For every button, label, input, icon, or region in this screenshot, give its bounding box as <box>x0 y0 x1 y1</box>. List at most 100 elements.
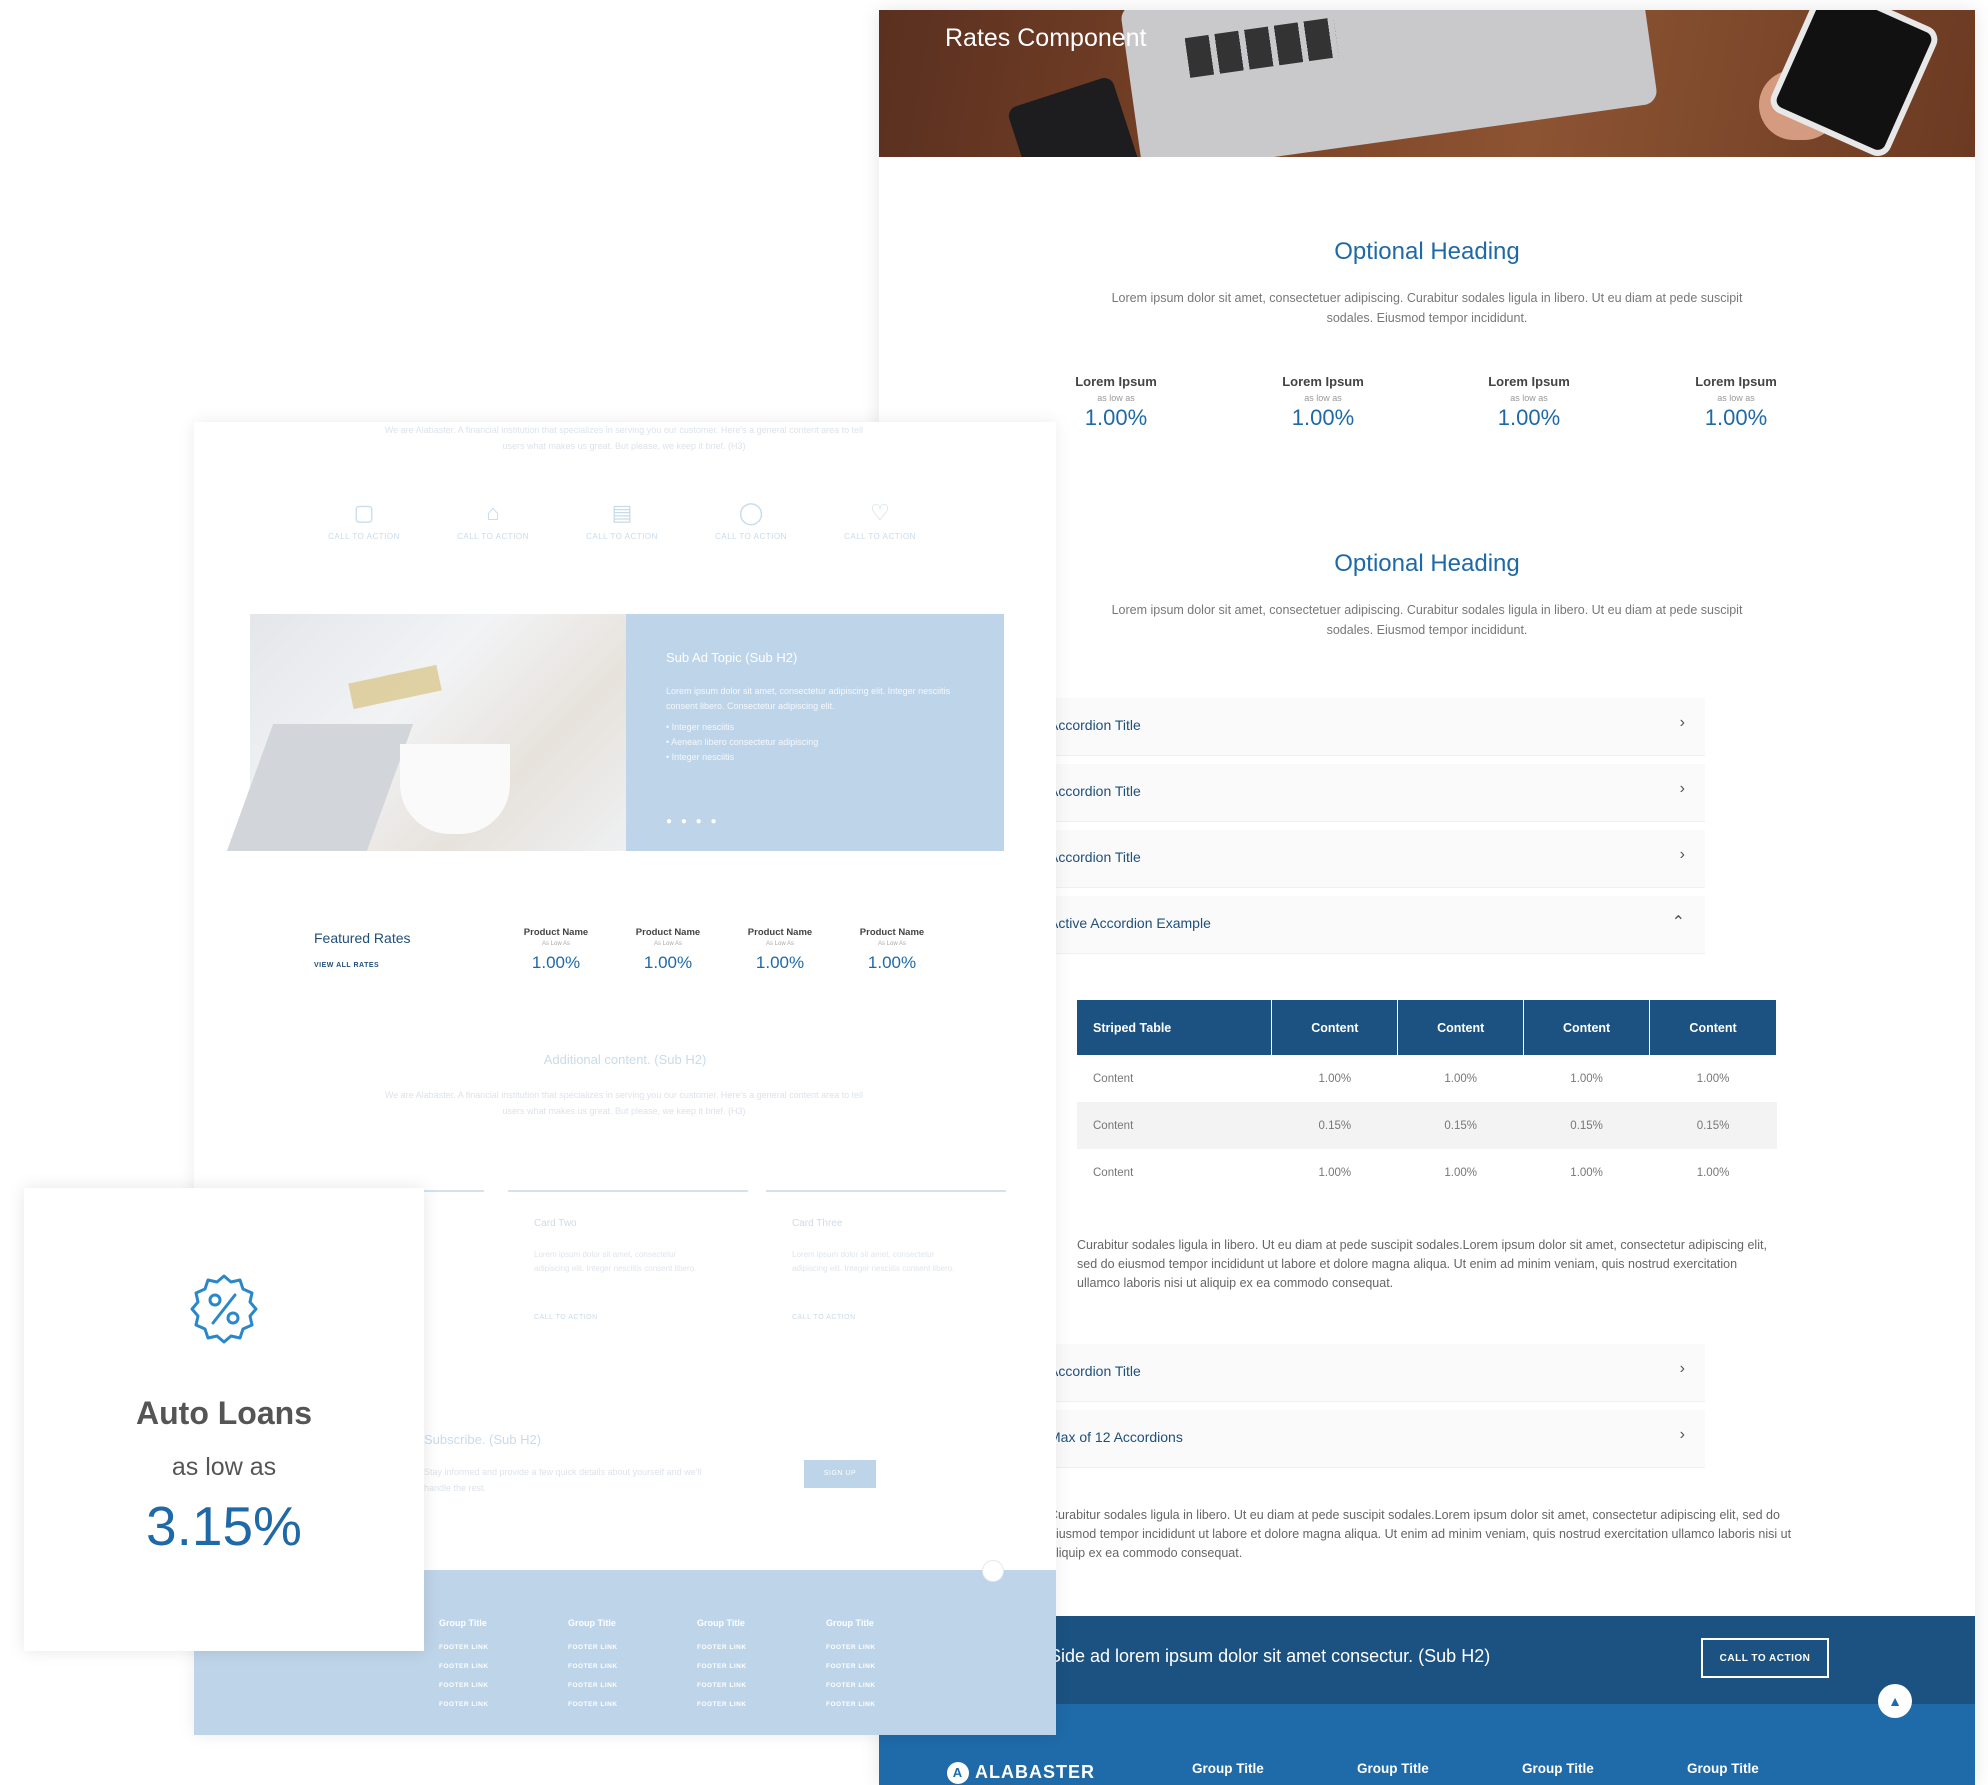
slide-bullets: • Integer nesciitis • Aenean libero cons… <box>666 722 819 762</box>
footer-group-title: Group Title <box>439 1618 487 1628</box>
table-header-cell: Content <box>1397 1000 1525 1055</box>
table-header-row: Striped Table Content Content Content Co… <box>1077 1000 1777 1055</box>
footer-link[interactable]: FOOTER LINK <box>826 1644 916 1651</box>
optional-text-2: Lorem ipsum dolor sit amet, consectetuer… <box>1111 603 1743 637</box>
accordion-title: Max of 12 Accordions <box>1049 1429 1183 1445</box>
home-icon: ⌂ <box>486 500 500 525</box>
cta-icon-item[interactable]: ♡ CALL TO ACTION <box>830 500 930 541</box>
card-title: Card Two <box>534 1218 577 1229</box>
footer-link[interactable]: FOOTER LINK <box>439 1663 529 1670</box>
cta-icon-item[interactable]: ▢ CALL TO ACTION <box>314 500 414 541</box>
footer-group-title: Group Title <box>1192 1761 1264 1776</box>
card-cta-link[interactable]: CALL TO ACTION <box>534 1314 598 1321</box>
footer-column: Group Title FOOTER LINK FOOTER LINK FOOT… <box>439 1618 529 1720</box>
product-rate: 1.00% <box>867 953 917 972</box>
percent-badge-icon <box>190 1274 258 1344</box>
intro-text: We are Alabaster. A financial institutio… <box>384 425 864 451</box>
table-cell: Content <box>1093 1166 1134 1179</box>
product-as-low-as: As Low As <box>877 941 906 947</box>
chevron-right-icon: › <box>1679 714 1685 731</box>
rate-as-low-as: as low as <box>1097 393 1135 403</box>
footer-link[interactable]: FOOTER LINK <box>826 1682 916 1689</box>
footer-link[interactable]: FOOTER LINK <box>697 1644 787 1651</box>
table-cell: 1.00% <box>1696 1072 1730 1085</box>
cta-icon-item[interactable]: ▤ CALL TO ACTION <box>572 500 672 541</box>
alabaster-logo[interactable]: A ALABASTER <box>947 1762 1095 1785</box>
logo-text: ALABASTER <box>975 1762 1095 1782</box>
accordion-item[interactable]: Max of 12 Accordions › <box>1049 1410 1705 1468</box>
card-title: Card Three <box>792 1218 843 1229</box>
footer-group-title: Group Title <box>568 1618 616 1628</box>
accordion-item[interactable]: Accordion Title › <box>1049 698 1705 756</box>
footer-group-title: Group Title <box>1687 1761 1759 1776</box>
table-cell: 1.00% <box>1318 1166 1352 1179</box>
footer-link[interactable]: FOOTER LINK <box>697 1682 787 1689</box>
footer-column: Group Title FOOTER LINK FOOTER LINK FOOT… <box>568 1618 658 1720</box>
chevron-right-icon: › <box>1679 846 1685 863</box>
hero-laptop-image <box>1119 10 1659 157</box>
footer-link[interactable]: FOOTER LINK <box>568 1644 658 1651</box>
accordion-item[interactable]: Accordion Title › <box>1049 764 1705 822</box>
footer-link[interactable]: FOOTER LINK <box>826 1663 916 1670</box>
footer-link[interactable]: FOOTER LINK <box>697 1663 787 1670</box>
table-row: Content 0.15% 0.15% 0.15% 0.15% <box>1077 1102 1777 1149</box>
view-all-rates-link[interactable]: VIEW ALL RATES <box>314 962 379 969</box>
accordion-item[interactable]: Accordion Title › <box>1049 1344 1705 1402</box>
rate-name: Lorem Ipsum <box>1488 374 1570 389</box>
accordion-title: Accordion Title <box>1049 849 1141 865</box>
footer-link[interactable]: FOOTER LINK <box>568 1701 658 1708</box>
rate-value: 1.00% <box>1497 405 1561 430</box>
table-cell: 1.00% <box>1570 1166 1603 1179</box>
footer-link[interactable]: FOOTER LINK <box>439 1701 529 1708</box>
table-cell: 1.00% <box>1696 1166 1730 1179</box>
slide-heading: Sub Ad Topic (Sub H2) <box>666 650 798 665</box>
featured-rate-item: Product Name As Low As 1.00% <box>844 927 940 973</box>
rate-value: 1.00% <box>1704 405 1768 430</box>
card-body: Lorem ipsum dolor sit amet, consectetur … <box>792 1250 955 1273</box>
footer-column: Group Title FOOTER LINK FOOTER LINK FOOT… <box>826 1618 916 1720</box>
footer-group-title: Group Title <box>697 1618 745 1628</box>
calculator-icon: ▤ <box>611 500 633 525</box>
footer-link[interactable]: FOOTER LINK <box>568 1682 658 1689</box>
sign-up-button[interactable]: SIGN UP <box>804 1460 876 1488</box>
footer-link[interactable]: FOOTER LINK <box>697 1701 787 1708</box>
product-as-low-as: As Low As <box>541 941 570 947</box>
rate-value: 1.00% <box>1291 405 1355 430</box>
rate-name: Lorem Ipsum <box>1695 374 1777 389</box>
slider-dots[interactable]: ● ● ● ● <box>666 816 720 827</box>
accordion-item-active[interactable]: Active Accordion Example ⌃ <box>1049 896 1705 954</box>
table-header-cell: Content <box>1523 1000 1651 1055</box>
accordion-title: Accordion Title <box>1049 1363 1141 1379</box>
table-row: Content 1.00% 1.00% 1.00% 1.00% <box>1077 1055 1777 1102</box>
cta-icon-label: CALL TO ACTION <box>715 532 787 541</box>
ad-slider: Sub Ad Topic (Sub H2) Lorem ipsum dolor … <box>226 614 1004 851</box>
cta-text: Side ad lorem ipsum dolor sit amet conse… <box>1049 1646 1491 1666</box>
card-divider <box>766 1190 1006 1192</box>
table-cell: 1.00% <box>1570 1072 1603 1085</box>
rate-item: Lorem Ipsum as low as 1.00% <box>1046 374 1186 431</box>
accordion-item[interactable]: Accordion Title › <box>1049 830 1705 888</box>
footer-link[interactable]: FOOTER LINK <box>439 1644 529 1651</box>
scroll-to-top-button[interactable] <box>982 1560 1004 1582</box>
cta-icon-item[interactable]: ⌂ CALL TO ACTION <box>443 500 543 541</box>
slider-photo <box>226 614 626 851</box>
cta-icon-item[interactable]: ◯ CALL TO ACTION <box>701 500 801 541</box>
footer-link[interactable]: FOOTER LINK <box>826 1701 916 1708</box>
scroll-to-top-button[interactable]: ▲ <box>1878 1684 1912 1718</box>
footer-link[interactable]: FOOTER LINK <box>439 1682 529 1689</box>
product-as-low-as: As Low As <box>653 941 682 947</box>
table-row: Content 1.00% 1.00% 1.00% 1.00% <box>1077 1149 1777 1196</box>
footer-link[interactable]: FOOTER LINK <box>568 1663 658 1670</box>
accordion-title: Active Accordion Example <box>1049 915 1211 931</box>
card-divider <box>508 1190 748 1192</box>
card-cta-link[interactable]: CALL TO ACTION <box>792 1314 856 1321</box>
featured-rate-item: Product Name As Low As 1.00% <box>732 927 828 973</box>
product-as-low-as: As Low As <box>765 941 794 947</box>
chevron-right-icon: › <box>1679 1426 1685 1443</box>
footer-group-title: Group Title <box>826 1618 874 1628</box>
product-rate: 1.00% <box>531 953 581 972</box>
card-body: Lorem ipsum dolor sit amet, consectetur … <box>534 1250 697 1273</box>
call-to-action-button[interactable]: CALL TO ACTION <box>1701 1638 1829 1678</box>
chevron-right-icon: › <box>1679 780 1685 797</box>
cta-icon-label: CALL TO ACTION <box>844 532 916 541</box>
